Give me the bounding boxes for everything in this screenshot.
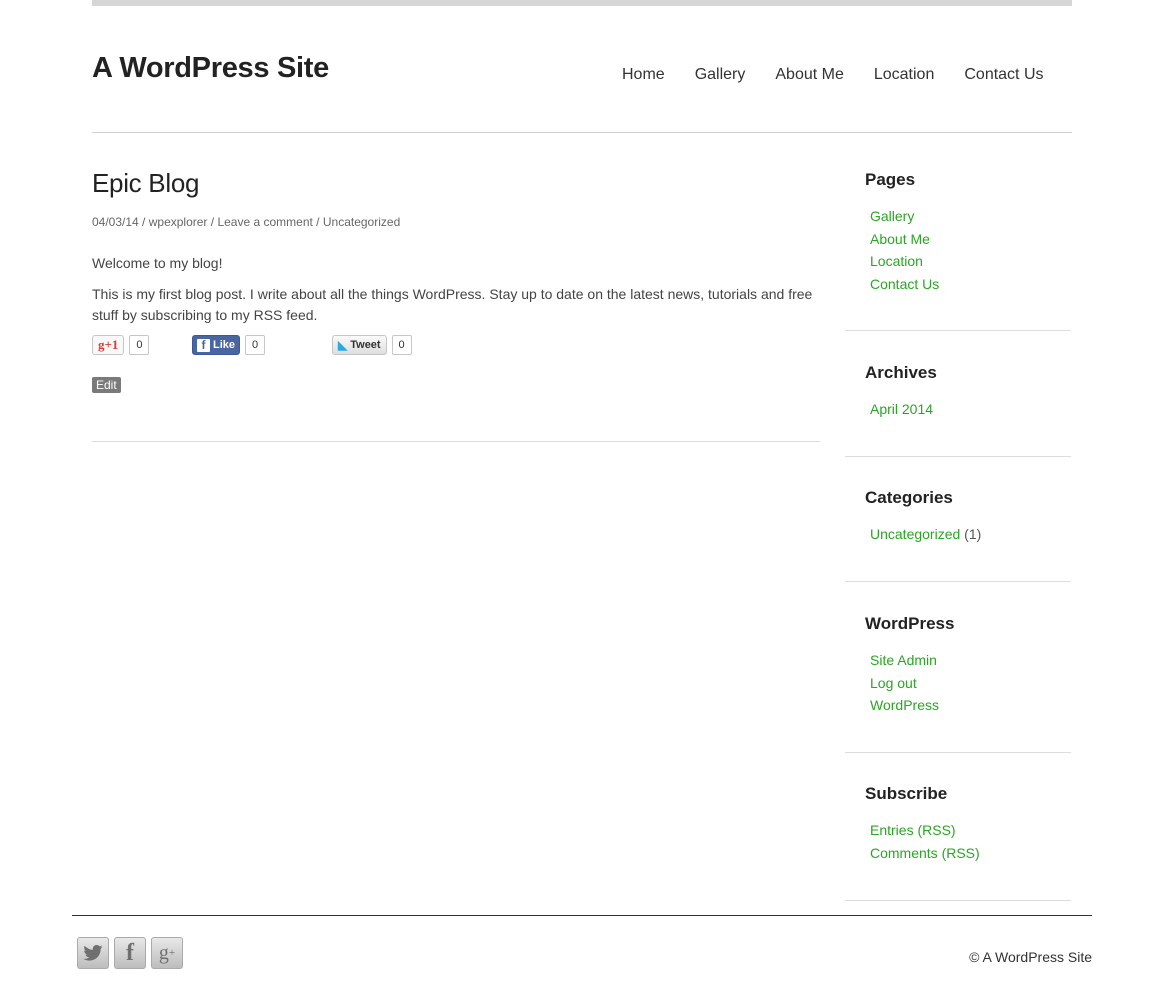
header-divider xyxy=(92,132,1072,133)
site-admin-link[interactable]: Site Admin xyxy=(870,652,937,668)
sidebar-link-location[interactable]: Location xyxy=(870,253,923,269)
widget-archives: Archives April 2014 xyxy=(845,363,1071,457)
widget-title: Categories xyxy=(865,488,953,507)
tweet-label: Tweet xyxy=(350,339,381,351)
post-author[interactable]: wpexplorer xyxy=(149,215,208,229)
facebook-icon[interactable]: f xyxy=(114,937,146,969)
sidebar-link-contact-us[interactable]: Contact Us xyxy=(870,276,939,292)
widget-title: WordPress xyxy=(865,614,955,633)
meta-separator: / xyxy=(312,215,323,229)
category-count: (1) xyxy=(964,526,982,542)
log-out-link[interactable]: Log out xyxy=(870,675,917,691)
nav-item-location[interactable]: Location xyxy=(874,66,935,84)
list-item: WordPress xyxy=(870,694,1071,717)
post-title[interactable]: Epic Blog xyxy=(92,168,199,199)
nav-item-home[interactable]: Home xyxy=(622,66,665,84)
google-plus-one-button[interactable]: g +1 xyxy=(92,335,125,355)
list-item: About Me xyxy=(870,228,1071,251)
widget-title: Pages xyxy=(865,170,916,189)
site-title[interactable]: A WordPress Site xyxy=(92,52,329,85)
post-content: Welcome to my blog! This is my first blo… xyxy=(92,253,822,336)
twitter-bird-icon xyxy=(83,945,103,961)
list-item: Entries (RSS) xyxy=(870,819,1071,842)
post-divider xyxy=(92,441,820,442)
list-item: Uncategorized (1) xyxy=(870,523,1071,546)
post-meta: 04/03/14 / wpexplorer / Leave a comment … xyxy=(92,215,400,229)
twitter-bird-icon: ◣ xyxy=(338,338,348,352)
footer-divider xyxy=(72,915,1092,916)
nav-item-about-me[interactable]: About Me xyxy=(775,66,843,84)
comments-rss-link[interactable]: Comments (RSS) xyxy=(870,845,980,861)
facebook-icon: f xyxy=(197,338,210,352)
sidebar-link-about-me[interactable]: About Me xyxy=(870,231,930,247)
nav-item-gallery[interactable]: Gallery xyxy=(695,66,746,84)
main-nav: Home Gallery About Me Location Contact U… xyxy=(622,66,1074,84)
meta-separator: / xyxy=(138,215,149,229)
leave-comment-link[interactable]: Leave a comment xyxy=(217,215,312,229)
twitter-icon[interactable] xyxy=(77,937,109,969)
post-date[interactable]: 04/03/14 xyxy=(92,215,139,229)
fb-like-count: 0 xyxy=(245,335,266,355)
gplus-label: +1 xyxy=(104,337,119,352)
widget-categories: Categories Uncategorized (1) xyxy=(845,488,1071,582)
sidebar-link-gallery[interactable]: Gallery xyxy=(870,208,914,224)
post-paragraph: Welcome to my blog! xyxy=(92,255,223,271)
nav-item-contact-us[interactable]: Contact Us xyxy=(964,66,1043,84)
post-paragraph: This is my first blog post. I write abou… xyxy=(92,286,813,323)
edit-post-button[interactable]: Edit xyxy=(92,377,121,393)
google-plus-icon[interactable]: g + xyxy=(151,937,183,969)
category-link-uncategorized[interactable]: Uncategorized xyxy=(870,526,960,542)
widget-wordpress: WordPress Site Admin Log out WordPress xyxy=(845,614,1071,753)
list-item: Comments (RSS) xyxy=(870,842,1071,865)
list-item: Location xyxy=(870,250,1071,273)
gplus-count: 0 xyxy=(129,335,150,355)
post-category[interactable]: Uncategorized xyxy=(323,215,400,229)
fb-like-label: Like xyxy=(213,339,236,351)
facebook-share: f Like 0 xyxy=(192,335,266,355)
widget-pages: Pages Gallery About Me Location Contact … xyxy=(845,170,1071,331)
google-plus-share: g +1 0 xyxy=(92,335,150,355)
widget-title: Archives xyxy=(865,363,937,382)
tweet-button[interactable]: ◣ Tweet xyxy=(332,335,387,355)
copyright-text: © A WordPress Site xyxy=(969,949,1092,965)
widget-subscribe: Subscribe Entries (RSS) Comments (RSS) xyxy=(845,784,1071,901)
wordpress-link[interactable]: WordPress xyxy=(870,697,939,713)
list-item: Site Admin xyxy=(870,649,1071,672)
entries-rss-link[interactable]: Entries (RSS) xyxy=(870,822,956,838)
tweet-count: 0 xyxy=(391,335,412,355)
archive-link-april-2014[interactable]: April 2014 xyxy=(870,401,933,417)
top-bar xyxy=(92,0,1072,6)
facebook-like-button[interactable]: f Like xyxy=(192,335,241,355)
list-item: Log out xyxy=(870,672,1071,695)
meta-separator: / xyxy=(207,215,218,229)
list-item: April 2014 xyxy=(870,398,1071,421)
twitter-share: ◣ Tweet 0 xyxy=(332,335,412,355)
list-item: Contact Us xyxy=(870,273,1071,296)
widget-title: Subscribe xyxy=(865,784,948,803)
list-item: Gallery xyxy=(870,205,1071,228)
